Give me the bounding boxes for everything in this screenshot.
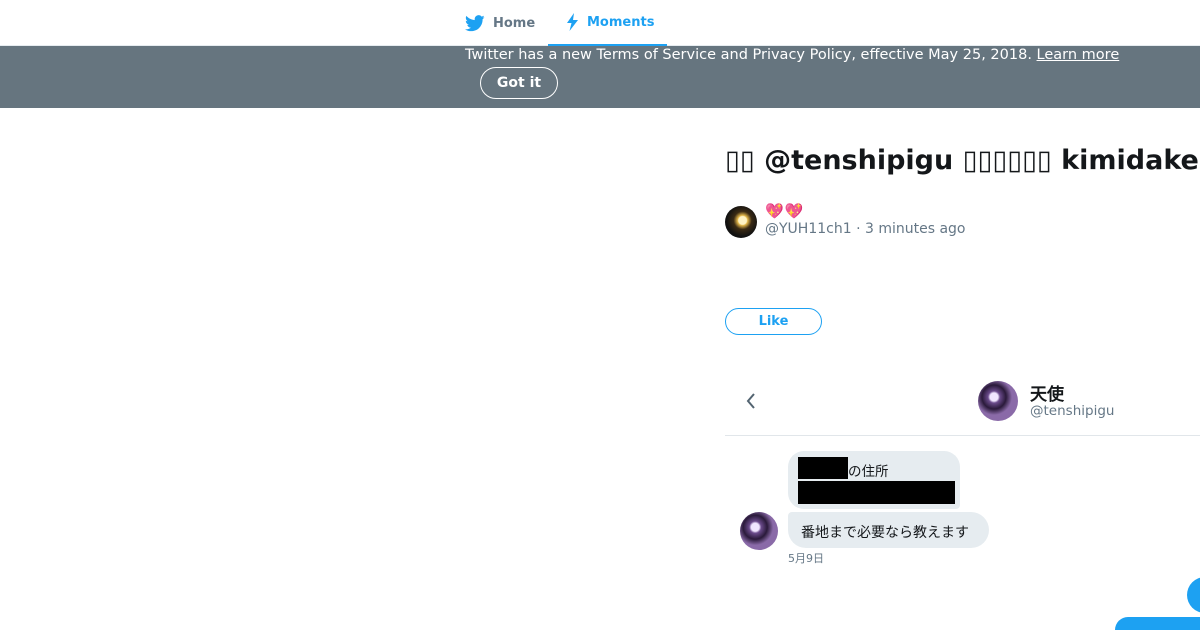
avatar[interactable] [725,206,757,238]
redaction-block [798,481,955,504]
lightning-icon [567,13,578,31]
dm-avatar [978,381,1018,421]
nav-home[interactable]: Home [465,0,535,46]
message-text: 番地まで必要なら教えます [801,525,969,541]
redaction-block [798,457,848,479]
like-button[interactable]: Like [725,308,822,335]
banner-message: Twitter has a new Terms of Service and P… [465,46,1119,64]
nav-home-label: Home [493,15,536,31]
nav-moments[interactable]: Moments [548,0,668,46]
message-avatar [740,512,778,550]
dm-header: 天使 @tenshipigu [725,371,1200,436]
top-navigation: Home Moments [0,0,1200,46]
action-pill [1115,617,1200,630]
chevron-left-icon [746,393,755,409]
dm-name: 天使 [1030,385,1064,405]
banner-text: Twitter has a new Terms of Service and P… [465,47,1032,63]
message-text: の住所 [848,464,889,480]
twitter-bird-icon [465,14,485,31]
author-display-name[interactable]: 💖💖 [765,202,804,220]
moment-title: ▯▯ @tenshipigu ▯▯▯▯▯▯ kimidake [725,145,1199,176]
action-circle [1187,577,1200,613]
meta-separator: · [856,221,865,237]
tweet-meta: @YUH11ch1 · 3 minutes ago [765,221,966,237]
learn-more-link[interactable]: Learn more [1037,47,1120,63]
tweet-media-image[interactable]: 天使 @tenshipigu の住所 番地まで必要なら教えます 5月9日 [725,371,1200,630]
timestamp[interactable]: 3 minutes ago [865,221,966,237]
nav-moments-label: Moments [587,14,655,30]
message-date: 5月9日 [788,552,824,565]
dm-handle: @tenshipigu [1030,403,1115,419]
got-it-button[interactable]: Got it [480,67,558,99]
author-handle[interactable]: @YUH11ch1 [765,221,852,237]
